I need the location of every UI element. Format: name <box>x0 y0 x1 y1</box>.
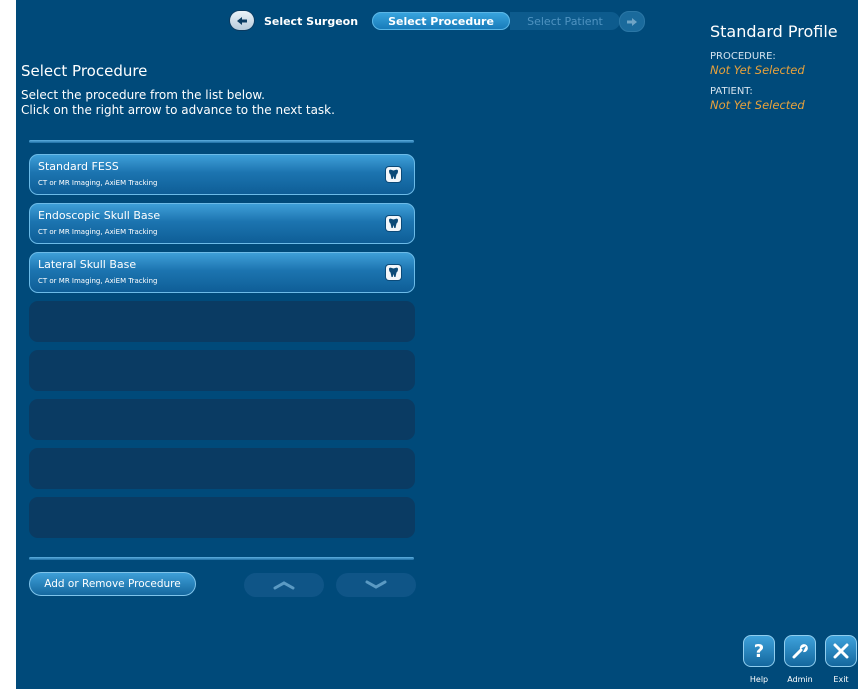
right-arrow-icon <box>627 17 637 26</box>
procedure-label: PROCEDURE: <box>710 51 776 62</box>
procedure-name: Lateral Skull Base <box>38 258 137 271</box>
empty-procedure-slot <box>29 301 415 342</box>
step-select-patient: Select Patient <box>510 12 620 30</box>
step-select-procedure: Select Procedure <box>372 12 510 30</box>
chevron-down-icon <box>365 580 387 589</box>
next-arrow-button[interactable] <box>619 11 645 32</box>
empty-procedure-slot <box>29 448 415 489</box>
procedure-item-lateral-skull-base[interactable]: Lateral Skull Base CT or MR Imaging, Axi… <box>29 252 415 293</box>
procedure-value: Not Yet Selected <box>710 63 805 77</box>
procedure-description: CT or MR Imaging, AxiEM Tracking <box>38 228 158 236</box>
scroll-up-button[interactable] <box>244 573 324 597</box>
help-label: Help <box>749 675 769 684</box>
step-select-surgeon[interactable]: Select Surgeon <box>256 12 366 30</box>
left-arrow-icon <box>237 16 247 25</box>
patient-label: PATIENT: <box>710 86 753 97</box>
wrench-icon <box>792 644 808 659</box>
procedure-list: Standard FESS CT or MR Imaging, AxiEM Tr… <box>29 154 415 546</box>
list-bottom-divider <box>29 557 414 560</box>
procedure-item-endoscopic-skull-base[interactable]: Endoscopic Skull Base CT or MR Imaging, … <box>29 203 415 244</box>
profile-title: Standard Profile <box>710 22 838 41</box>
procedure-description: CT or MR Imaging, AxiEM Tracking <box>38 277 158 285</box>
question-icon: ? <box>753 640 765 662</box>
procedure-description: CT or MR Imaging, AxiEM Tracking <box>38 179 158 187</box>
empty-procedure-slot <box>29 497 415 538</box>
procedure-name: Standard FESS <box>38 160 119 173</box>
patient-value: Not Yet Selected <box>710 98 805 112</box>
instruction-line: Select the procedure from the list below… <box>21 88 265 102</box>
procedure-item-standard-fess[interactable]: Standard FESS CT or MR Imaging, AxiEM Tr… <box>29 154 415 195</box>
page-title: Select Procedure <box>21 62 148 80</box>
list-top-divider <box>29 140 414 143</box>
scroll-down-button[interactable] <box>336 573 416 597</box>
help-button[interactable]: ? <box>743 635 775 667</box>
exit-label: Exit <box>833 675 849 684</box>
add-remove-procedure-button[interactable]: Add or Remove Procedure <box>29 572 196 596</box>
empty-procedure-slot <box>29 399 415 440</box>
tooth-icon <box>386 265 401 280</box>
admin-label: Admin <box>787 675 813 684</box>
close-icon <box>833 643 849 659</box>
exit-button[interactable] <box>825 635 857 667</box>
instruction-line: Click on the right arrow to advance to t… <box>21 103 335 117</box>
admin-button[interactable] <box>784 635 816 667</box>
procedure-name: Endoscopic Skull Base <box>38 209 161 222</box>
instructions: Select the procedure from the list below… <box>21 88 335 118</box>
chevron-up-icon <box>273 581 295 590</box>
tooth-icon <box>386 167 401 182</box>
app-window: Select Surgeon Select Procedure Select P… <box>16 0 858 689</box>
tooth-icon <box>386 216 401 231</box>
back-arrow-button[interactable] <box>230 11 254 30</box>
empty-procedure-slot <box>29 350 415 391</box>
